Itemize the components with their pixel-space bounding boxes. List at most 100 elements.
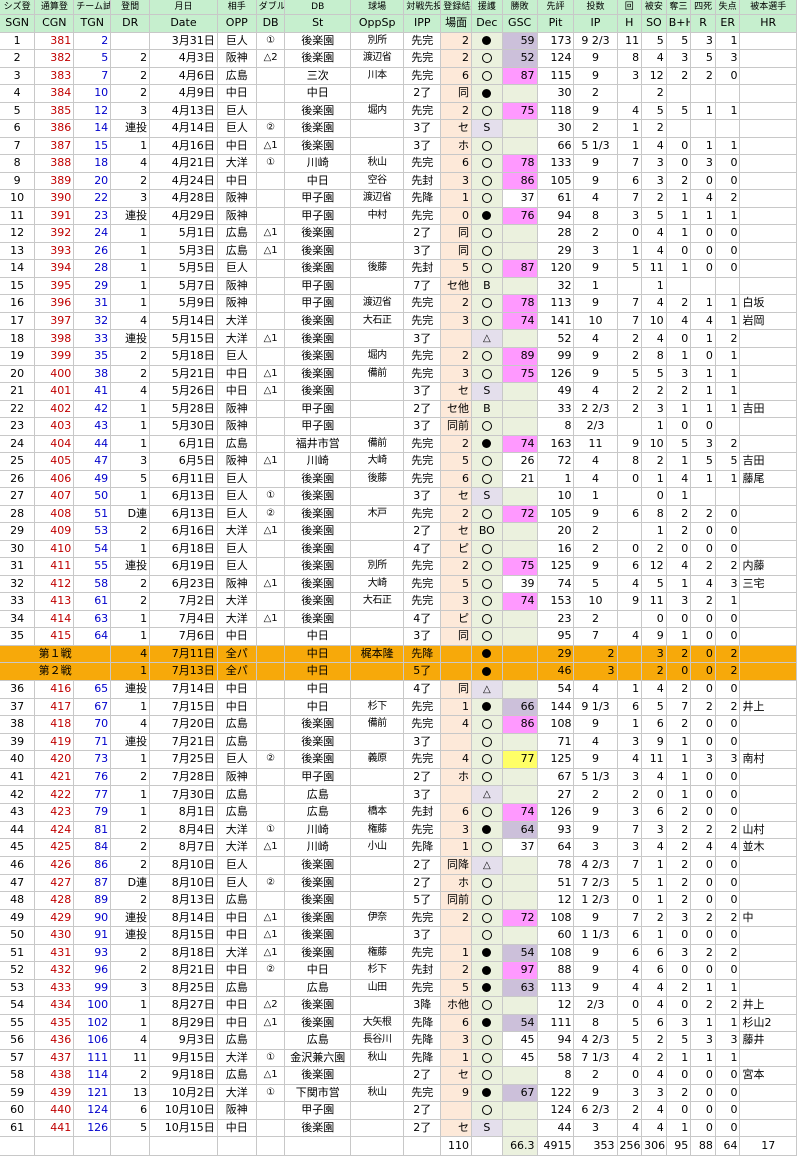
cell-17: 5	[666, 435, 692, 453]
cell-20: 杉山2	[739, 1014, 797, 1032]
cell-0: 14	[0, 259, 36, 278]
cell-8: 大矢根	[350, 1014, 405, 1032]
cell-6	[256, 400, 286, 418]
cell-7: 後楽園	[284, 592, 352, 611]
cell-7: 後楽園	[284, 32, 352, 50]
cell-1: 389	[34, 172, 75, 190]
cell-16: 11	[641, 592, 667, 611]
cell-6	[256, 470, 286, 488]
cell-1: 430	[34, 926, 75, 945]
cell-18	[690, 487, 716, 506]
cell-7: 後楽園	[284, 329, 352, 348]
cell-17: 0	[666, 329, 692, 348]
cell-4: 10月10日	[149, 1101, 218, 1120]
cell-16: 2	[641, 909, 667, 927]
cell-15: 2	[617, 347, 643, 366]
cell-15: 5	[617, 259, 643, 278]
cell-4: 8月29日	[149, 1014, 218, 1032]
cell-2: 89	[73, 891, 112, 910]
decision-cell	[471, 102, 503, 120]
cell-17: 7	[666, 698, 692, 716]
game-row: 59 439 121 13 10月2日 大洋 ① 下関市営 秋山 先完 9 67 122 9 3 3 2 0 0	[0, 1084, 797, 1102]
cell-2: 65	[73, 680, 112, 699]
cell-18: 5	[690, 49, 716, 68]
cell-18: 1	[690, 329, 716, 348]
loss-circle-icon	[481, 193, 492, 204]
cell-1: 441	[34, 1119, 75, 1137]
cell-9: 先完	[403, 207, 442, 225]
game-row: 44 424 81 2 8月4日 大洋 ① 川崎 権藤 先完 3 64 93 9 7 3 2 2 2 山村	[0, 821, 797, 839]
cell-6	[256, 294, 286, 313]
cell-0: 25	[0, 452, 36, 471]
cell-9: 先完	[403, 505, 442, 523]
cell-5: 阪神	[217, 768, 257, 786]
cell-13: 12	[537, 891, 575, 910]
cell-9: 先封	[403, 172, 442, 190]
cell-10: 同	[440, 84, 472, 103]
cell-14: 2/3	[573, 417, 618, 436]
cell-9: 先完	[403, 750, 442, 769]
loss-circle-icon	[481, 1052, 492, 1063]
cell-18: 2	[690, 505, 716, 523]
cell-20	[739, 347, 797, 366]
decision-cell	[471, 944, 503, 962]
cell-14: 9	[573, 259, 618, 278]
game-row: 54 434 100 1 8月27日 中日 △2 後楽園 3降 ホ他 12 2/3 0 4 0 2 2 井上	[0, 996, 797, 1015]
cell-16: 5	[641, 32, 667, 50]
cell-3: 2	[110, 768, 151, 786]
cell-5: 大洋	[217, 329, 257, 348]
cell-12: 74	[502, 803, 538, 822]
cell-4: 5月30日	[149, 417, 218, 436]
cell-5: 阪神	[217, 575, 257, 593]
decision-cell	[471, 49, 503, 68]
cell-2: 81	[73, 821, 112, 839]
cell-5: 広島	[217, 224, 257, 243]
cell-17: 1	[666, 1119, 692, 1137]
cell-3: 1	[110, 996, 151, 1015]
cell-13: 8	[537, 417, 575, 436]
cell-13: 78	[537, 856, 575, 875]
cell-2: 20	[73, 172, 112, 190]
cell-12: 75	[502, 102, 538, 120]
total-blank	[403, 1136, 442, 1156]
cell-0: 30	[0, 540, 36, 558]
decision-cell	[471, 540, 503, 558]
cell-16: 2	[641, 84, 667, 103]
decision-cell	[471, 242, 503, 260]
cell-12	[502, 874, 538, 892]
cell-4: 9月15日	[149, 1049, 218, 1067]
cell-17: 0	[666, 137, 692, 155]
cell-6	[256, 785, 286, 804]
cell-14: 9	[573, 365, 618, 383]
cell-9: 2了	[403, 522, 442, 541]
cell-2: 96	[73, 961, 112, 980]
cell-15: 8	[617, 49, 643, 68]
game-row: 29 409 53 2 6月16日 大洋 △1 後楽園 2了セ BO 20 2 1 2 0 0	[0, 522, 797, 541]
cell-20: 内藤	[739, 557, 797, 576]
cell-7: 後楽園	[284, 996, 352, 1015]
cell-16: 10	[641, 312, 667, 330]
cell-20	[739, 856, 797, 875]
cell-19: 1	[715, 294, 741, 313]
decision-cell	[471, 961, 503, 980]
total-blank	[284, 1136, 352, 1156]
cell-9: 先封	[403, 803, 442, 822]
cell-16: 4	[641, 1119, 667, 1137]
cell-8: 大崎	[350, 575, 405, 593]
cell-20	[739, 979, 797, 997]
cell-10: 3	[440, 365, 472, 383]
cell-15: 0	[617, 470, 643, 488]
cell-0: 1	[0, 32, 36, 50]
loss-circle-icon	[481, 895, 492, 906]
cell-18: 0	[690, 1084, 716, 1102]
cell-3: 連投	[110, 909, 151, 927]
header-jp-cell: 奪三	[666, 0, 692, 15]
allstar-cell: 梶本隆	[350, 645, 405, 663]
cell-13: 66	[537, 137, 575, 155]
cell-1: 396	[34, 294, 75, 313]
cell-13: 27	[537, 785, 575, 804]
cell-18	[690, 119, 716, 138]
header-row-jp: シズ登通算登チーム試登間月日相手ダブルDB球場対戦先投登録結果援護勝敗先評投数回…	[0, 0, 797, 15]
cell-17: 3	[666, 592, 692, 611]
cell-3: 1	[110, 224, 151, 243]
